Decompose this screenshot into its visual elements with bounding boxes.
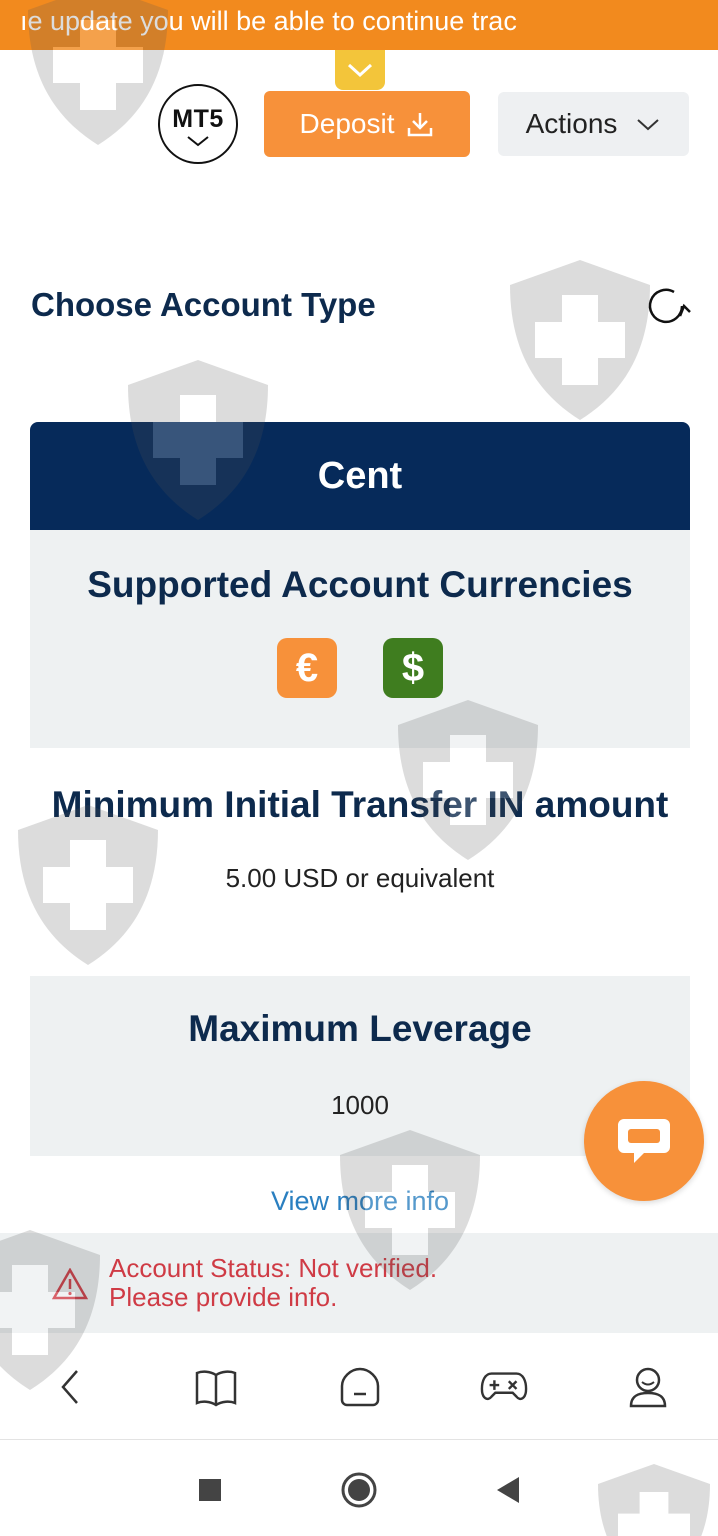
account-status-line2: Please provide info. [109,1282,338,1312]
min-transfer-value: 5.00 USD or equivalent [225,863,495,893]
triangle-back-icon [497,1477,519,1503]
deposit-label: Deposit [299,108,395,139]
chevron-down-icon [187,135,209,146]
square-icon [199,1479,221,1501]
refresh-icon[interactable] [644,282,692,330]
live-chat-button[interactable] [584,1081,704,1201]
bottom-navigation [0,1333,718,1440]
platform-label: MT5 [172,104,224,133]
profile-icon [629,1367,667,1408]
ticker-text: ıe update you will be able to continue t… [20,6,517,36]
currencies-title: Supported Account Currencies [87,564,633,605]
warning-icon [52,1268,88,1300]
watermark-shield-icon [510,260,650,420]
back-system-button[interactable] [488,1470,528,1510]
circle-icon [341,1472,377,1508]
deposit-button[interactable]: Deposit [264,91,470,157]
min-transfer-title: Minimum Initial Transfer IN amount [51,784,669,825]
home-icon [340,1367,380,1407]
home-system-button[interactable] [339,1470,379,1510]
page-title: Choose Account Type [31,286,376,323]
account-type-name: Cent [30,422,690,530]
currencies-section: Supported Account Currencies € $ [30,530,690,748]
max-leverage-title: Maximum Leverage [188,1008,532,1049]
account-status-text: Account Status: Not verified. Please pro… [109,1254,437,1312]
chevron-down-icon [347,63,373,78]
min-transfer-section: Minimum Initial Transfer IN amount 5.00 … [30,748,690,976]
nav-games[interactable] [480,1363,528,1411]
recent-apps-button[interactable] [190,1470,230,1510]
platform-selector[interactable]: MT5 [158,84,238,164]
nav-profile[interactable] [624,1363,672,1411]
currency-list: € $ [30,638,690,698]
collapse-header-toggle[interactable] [335,50,385,90]
gamepad-icon [480,1372,528,1401]
euro-icon: € [277,638,337,698]
nav-back[interactable] [46,1363,94,1411]
system-navigation-bar [0,1440,718,1536]
back-icon [61,1370,78,1404]
announcement-ticker: ıe update you will be able to continue t… [0,0,718,50]
nav-education[interactable] [192,1363,240,1411]
account-status-banner[interactable]: Account Status: Not verified. Please pro… [0,1233,718,1333]
download-icon [408,113,433,137]
nav-home[interactable] [336,1363,384,1411]
actions-dropdown[interactable]: Actions [498,92,689,156]
book-icon [195,1370,237,1407]
actions-label: Actions [525,108,618,139]
account-status-line1: Account Status: Not verified. [109,1253,438,1283]
view-more-info-link[interactable]: View more info [271,1186,449,1216]
chevron-down-icon [637,119,660,131]
chat-bubble-icon [618,1119,670,1163]
dollar-icon: $ [383,638,443,698]
